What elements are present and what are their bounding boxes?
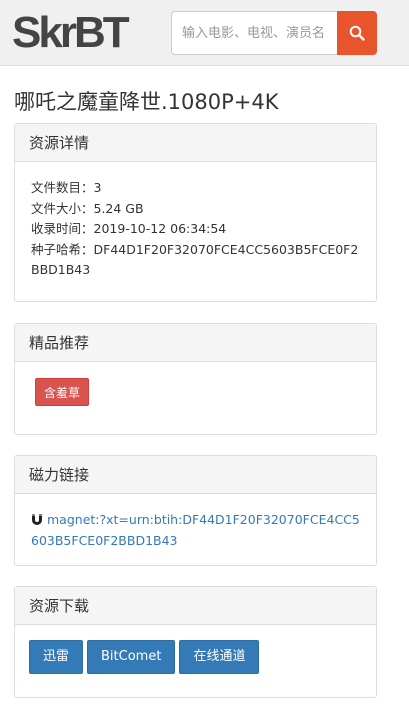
magnet-icon xyxy=(32,514,42,525)
search-button[interactable] xyxy=(337,11,377,55)
magnet-body: magnet:?xt=urn:btih:DF44D1F20F32070FCE4C… xyxy=(15,494,376,563)
indexed-time: 收录时间：2019-10-12 06:34:54 xyxy=(31,221,227,236)
details-body: 文件数目：3 文件大小：5.24 GB 收录时间：2019-10-12 06:3… xyxy=(15,162,376,293)
site-logo[interactable]: SkrBT xyxy=(12,6,130,60)
torrent-hash: 种子哈希：DF44D1F20F32070FCE4CC5603B5FCE0F2BB… xyxy=(31,241,359,278)
online-channel-button[interactable]: 在线通道 xyxy=(179,640,260,674)
search-icon xyxy=(349,25,365,41)
search-form xyxy=(171,11,377,55)
recommend-tag-button[interactable]: 含羞草 xyxy=(35,378,90,406)
xunlei-download-button[interactable]: 迅雷 xyxy=(29,640,84,674)
recommend-body: 含羞草 xyxy=(15,362,376,422)
page-title: 哪吒之魔童降世.1080P+4K xyxy=(14,90,279,114)
recommend-panel: 精品推荐 含羞草 xyxy=(14,323,377,435)
magnet-link[interactable]: magnet:?xt=urn:btih:DF44D1F20F32070FCE4C… xyxy=(31,512,360,548)
bitcomet-download-button[interactable]: BitComet xyxy=(87,640,176,674)
recommend-heading: 精品推荐 xyxy=(15,324,376,362)
magnet-panel: 磁力链接 magnet:?xt=urn:btih:DF44D1F20F32070… xyxy=(14,455,377,566)
download-heading: 资源下载 xyxy=(15,587,376,625)
download-panel: 资源下载 迅雷 BitComet 在线通道 xyxy=(14,586,377,698)
download-buttons: 迅雷 BitComet 在线通道 xyxy=(15,625,376,689)
search-input[interactable] xyxy=(171,11,337,55)
top-bar: SkrBT xyxy=(0,0,409,66)
file-count: 文件数目：3 xyxy=(31,180,102,195)
details-heading: 资源详情 xyxy=(15,124,376,162)
file-size: 文件大小：5.24 GB xyxy=(31,200,144,216)
details-panel: 资源详情 文件数目：3 文件大小：5.24 GB 收录时间：2019-10-12… xyxy=(14,123,377,302)
magnet-heading: 磁力链接 xyxy=(15,456,376,494)
